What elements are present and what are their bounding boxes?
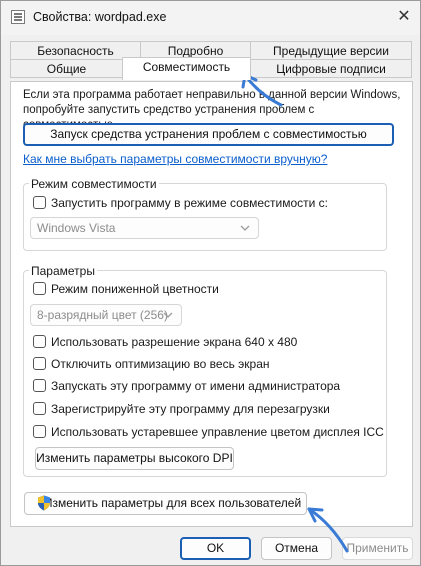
settings-group [23,270,387,477]
compat-mode-checkbox-label: Запустить программу в режиме совместимос… [51,196,328,210]
title-bar[interactable]: Свойства: wordpad.exe ✕ [1,1,420,35]
window-title: Свойства: wordpad.exe [33,10,167,24]
color-depth-select-value: 8-разрядный цвет (256) [37,308,168,322]
register-restart-label: Зарегистрируйте эту программу для переза… [51,402,330,416]
compat-mode-label: Режим совместимости [29,177,159,191]
run-as-admin-label: Запускать эту программу от имени админис… [51,379,341,393]
register-restart-checkbox[interactable] [33,402,46,415]
settings-group-label: Параметры [29,264,97,278]
uac-shield-icon [38,495,50,511]
legacy-icc-label: Использовать устаревшее управление цвето… [51,425,384,439]
resolution-640-checkbox[interactable] [33,335,46,348]
fullscreen-optimization-checkbox[interactable] [33,357,46,370]
reduced-color-label: Режим пониженной цветности [51,282,219,296]
legacy-icc-checkbox[interactable] [33,425,46,438]
compat-mode-checkbox[interactable] [33,196,46,209]
all-users-button[interactable]: Изменить параметры для всех пользователе… [24,492,307,515]
resolution-640-label: Использовать разрешение экрана 640 x 480 [51,335,298,349]
chevron-down-icon [240,225,250,231]
cancel-button[interactable]: Отмена [261,537,332,560]
compat-os-select[interactable]: Windows Vista [30,217,259,239]
high-dpi-button[interactable]: Изменить параметры высокого DPI [35,447,234,470]
ok-button[interactable]: OK [180,537,251,560]
properties-window: Свойства: wordpad.exe ✕ Безопасность Под… [0,0,421,566]
compat-os-select-value: Windows Vista [37,221,116,235]
fullscreen-optimization-label: Отключить оптимизацию во весь экран [51,357,270,371]
all-users-button-label: Изменить параметры для всех пользователе… [43,496,302,510]
troubleshoot-button[interactable]: Запуск средства устранения проблем с сов… [23,123,394,146]
manual-settings-link[interactable]: Как мне выбрать параметры совместимости … [23,152,327,166]
tab-previous-versions[interactable]: Предыдущие версии [250,41,412,60]
run-as-admin-checkbox[interactable] [33,379,46,392]
app-icon [11,10,25,24]
close-button[interactable]: ✕ [389,3,419,31]
chevron-down-icon [163,312,173,318]
tab-digital-signatures[interactable]: Цифровые подписи [250,59,412,78]
reduced-color-checkbox[interactable] [33,282,46,295]
tab-general[interactable]: Общие [10,59,123,78]
tab-compatibility[interactable]: Совместимость [122,57,251,80]
apply-button[interactable]: Применить [342,537,413,560]
color-depth-select[interactable]: 8-разрядный цвет (256) [30,304,182,326]
